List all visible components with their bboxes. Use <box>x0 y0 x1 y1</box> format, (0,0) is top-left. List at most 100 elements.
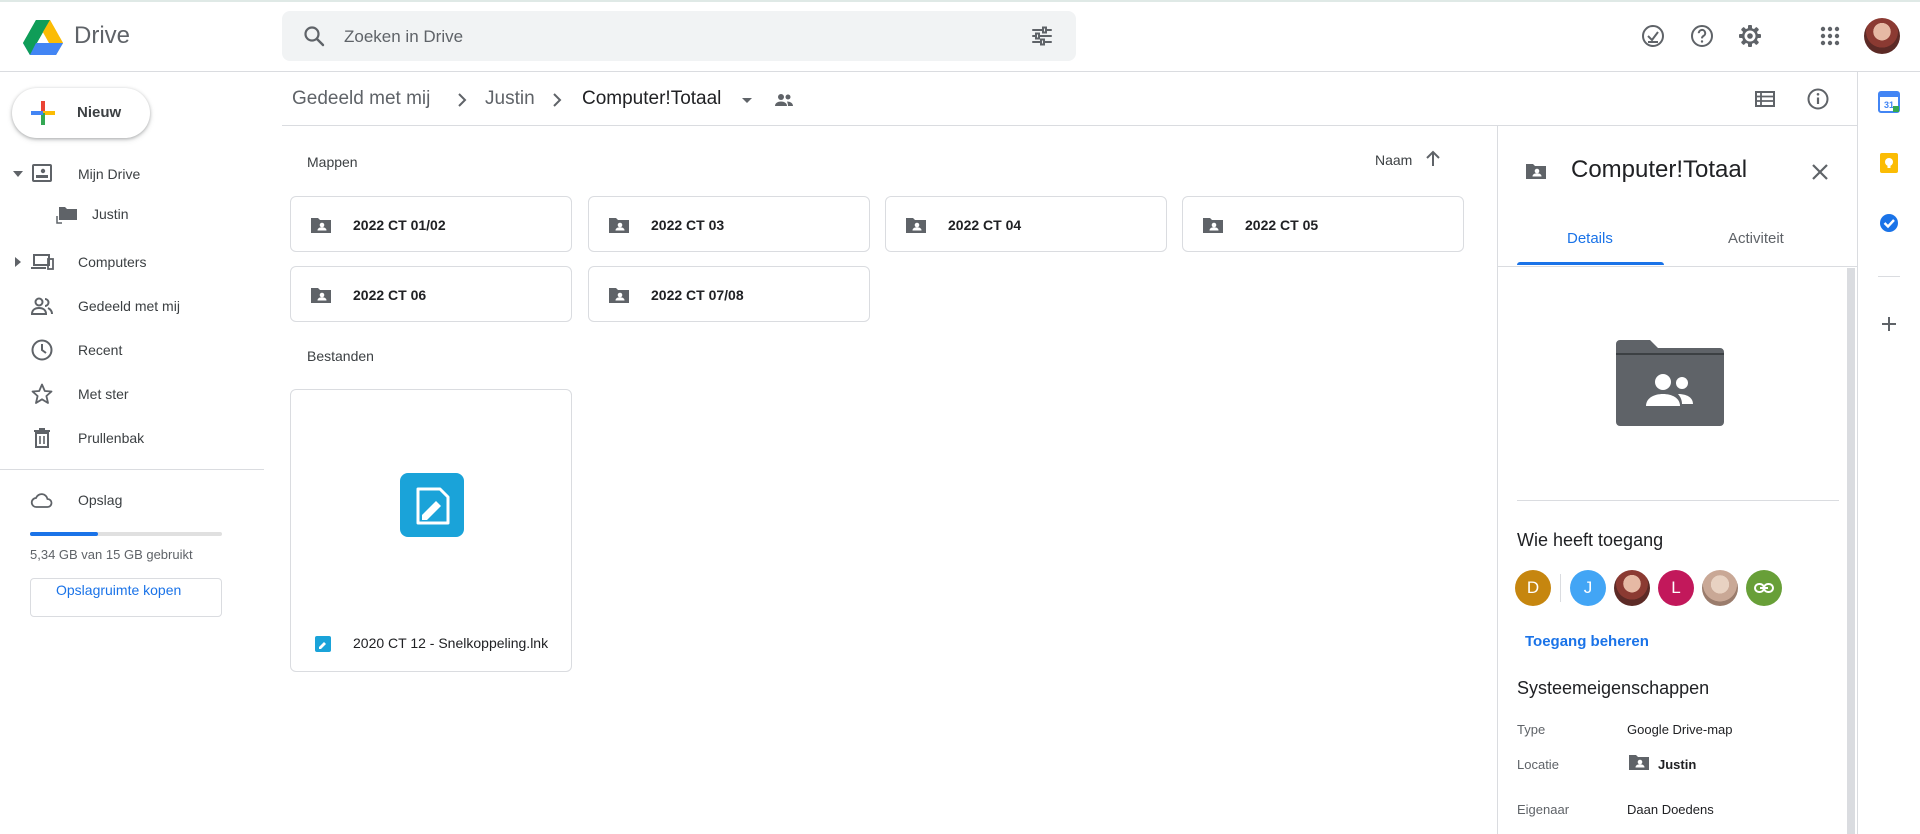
svg-text:31: 31 <box>1884 100 1894 110</box>
add-addon-plus-icon[interactable] <box>1878 313 1900 335</box>
details-title: Computer!Totaal <box>1571 156 1748 183</box>
keep-icon[interactable] <box>1878 152 1900 174</box>
folder-card[interactable]: 2022 CT 07/08 <box>588 266 870 322</box>
info-icon[interactable] <box>1806 87 1830 111</box>
folder-name: 2022 CT 05 <box>1245 217 1319 233</box>
panel-scrollbar[interactable] <box>1847 268 1855 834</box>
sidebar-item-label: Computers <box>78 254 147 270</box>
sidebar-item-label: Mijn Drive <box>78 166 141 182</box>
folder-card[interactable]: 2022 CT 05 <box>1182 196 1464 252</box>
list-view-icon[interactable] <box>1753 87 1777 111</box>
location-value[interactable]: Justin <box>1658 757 1696 772</box>
calendar-icon[interactable]: 31 <box>1878 91 1900 113</box>
folder-name: 2022 CT 06 <box>353 287 427 303</box>
sidebar-divider <box>0 469 264 470</box>
trash-icon <box>34 428 50 448</box>
folder-card[interactable]: 2022 CT 03 <box>588 196 870 252</box>
chevron-right-icon <box>553 93 562 107</box>
search-input[interactable]: Zoeken in Drive <box>344 27 463 47</box>
shortcut-file-icon <box>315 636 331 652</box>
tab-activity[interactable]: Activiteit <box>1728 230 1784 247</box>
buy-storage-button[interactable]: Opslagruimte kopen <box>30 578 222 617</box>
folder-card[interactable]: 2022 CT 06 <box>290 266 572 322</box>
tasks-icon[interactable] <box>1878 212 1900 234</box>
caret-down-icon[interactable] <box>13 169 23 179</box>
star-icon <box>31 383 53 404</box>
sidebar-item-label: Recent <box>78 342 123 358</box>
access-avatar-photo[interactable] <box>1702 570 1738 606</box>
sidebar-item-justin[interactable]: Justin <box>0 196 264 232</box>
sidebar-item-label: Gedeeld met mij <box>78 298 180 314</box>
new-button[interactable]: Nieuw <box>12 88 150 138</box>
storage-usage-fill <box>30 532 99 536</box>
sidebar-item-recent[interactable]: Recent <box>0 332 264 368</box>
help-icon[interactable] <box>1689 23 1715 49</box>
sidebar-item-storage[interactable]: Opslag <box>0 482 264 518</box>
sidebar-item-shared-with-me[interactable]: Gedeeld met mij <box>0 288 264 324</box>
sidebar-item-computers[interactable]: Computers <box>0 244 264 280</box>
drive-logo-icon[interactable] <box>22 18 64 56</box>
breadcrumb-current-folder[interactable]: Computer!Totaal <box>582 88 721 110</box>
breadcrumb-shared-with-me[interactable]: Gedeeld met mij <box>292 88 430 110</box>
shared-folder-icon <box>1526 164 1546 179</box>
owner-label: Eigenaar <box>1517 802 1570 817</box>
clock-icon <box>31 339 53 361</box>
folder-name: 2022 CT 07/08 <box>651 287 744 303</box>
shared-folder-icon <box>311 288 331 303</box>
sidebar-item-my-drive[interactable]: Mijn Drive <box>0 156 264 192</box>
access-avatar[interactable]: L <box>1658 570 1694 606</box>
shared-folder-icon <box>311 218 331 233</box>
access-avatar-photo[interactable] <box>1614 570 1650 606</box>
folder-card[interactable]: 2022 CT 04 <box>885 196 1167 252</box>
tab-details[interactable]: Details <box>1567 230 1613 247</box>
account-avatar[interactable] <box>1864 18 1900 54</box>
storage-usage-bar <box>30 532 222 536</box>
shortcut-file-thumbnail-icon <box>400 473 464 537</box>
search-options-icon[interactable] <box>1030 24 1054 48</box>
chevron-right-icon <box>458 93 467 107</box>
sidebar-item-label: Opslag <box>78 492 123 508</box>
access-avatar[interactable]: J <box>1570 570 1606 606</box>
apps-grid-icon[interactable] <box>1817 23 1843 49</box>
search-bar[interactable]: Zoeken in Drive <box>282 11 1076 61</box>
file-card[interactable]: 2020 CT 12 - Snelkoppeling.lnk <box>290 389 572 672</box>
folder-card[interactable]: 2022 CT 01/02 <box>290 196 572 252</box>
sidebar-item-label: Justin <box>92 206 129 222</box>
storage-usage-text: 5,34 GB van 15 GB gebruikt <box>30 547 193 562</box>
folder-name: 2022 CT 03 <box>651 217 725 233</box>
shared-folder-icon <box>906 218 926 233</box>
files-section-title: Bestanden <box>307 348 374 364</box>
type-label: Type <box>1517 722 1546 737</box>
settings-gear-icon[interactable] <box>1737 23 1763 49</box>
offline-ready-icon[interactable] <box>1640 23 1666 49</box>
access-title: Wie heeft toegang <box>1517 530 1664 550</box>
sort-by-name[interactable]: Naam <box>1375 152 1412 168</box>
file-name: 2020 CT 12 - Snelkoppeling.lnk <box>353 635 549 651</box>
sidebar-item-label: Met ster <box>78 386 129 402</box>
location-label: Locatie <box>1517 757 1559 772</box>
sidebar-item-starred[interactable]: Met ster <box>0 376 264 412</box>
app-name: Drive <box>74 22 131 49</box>
type-value: Google Drive-map <box>1627 722 1733 737</box>
close-icon[interactable] <box>1808 160 1832 184</box>
breadcrumb-justin[interactable]: Justin <box>485 88 535 110</box>
sidebar-item-trash[interactable]: Prullenbak <box>0 420 264 456</box>
shared-people-icon <box>775 94 793 106</box>
manage-access-link[interactable]: Toegang beheren <box>1525 633 1649 650</box>
active-tab-indicator <box>1517 262 1664 265</box>
shared-folder-preview-icon <box>1616 340 1724 426</box>
caret-down-icon[interactable] <box>735 88 759 112</box>
owner-value: Daan Doedens <box>1627 802 1714 817</box>
caret-right-icon[interactable] <box>13 257 23 267</box>
system-properties-title: Systeemeigenschappen <box>1517 678 1710 698</box>
computers-icon <box>31 254 54 270</box>
details-panel: Computer!Totaal Details Activiteit Wie h… <box>1497 126 1858 834</box>
sidebar-item-label: Prullenbak <box>78 430 145 446</box>
shared-folder-icon <box>1203 218 1223 233</box>
access-avatar[interactable]: D <box>1515 570 1551 606</box>
link-sharing-avatar[interactable] <box>1746 570 1782 606</box>
search-icon[interactable] <box>302 24 326 48</box>
folder-name: 2022 CT 04 <box>948 217 1022 233</box>
buy-storage-label: Opslagruimte kopen <box>56 582 182 598</box>
arrow-up-icon[interactable] <box>1422 148 1444 170</box>
